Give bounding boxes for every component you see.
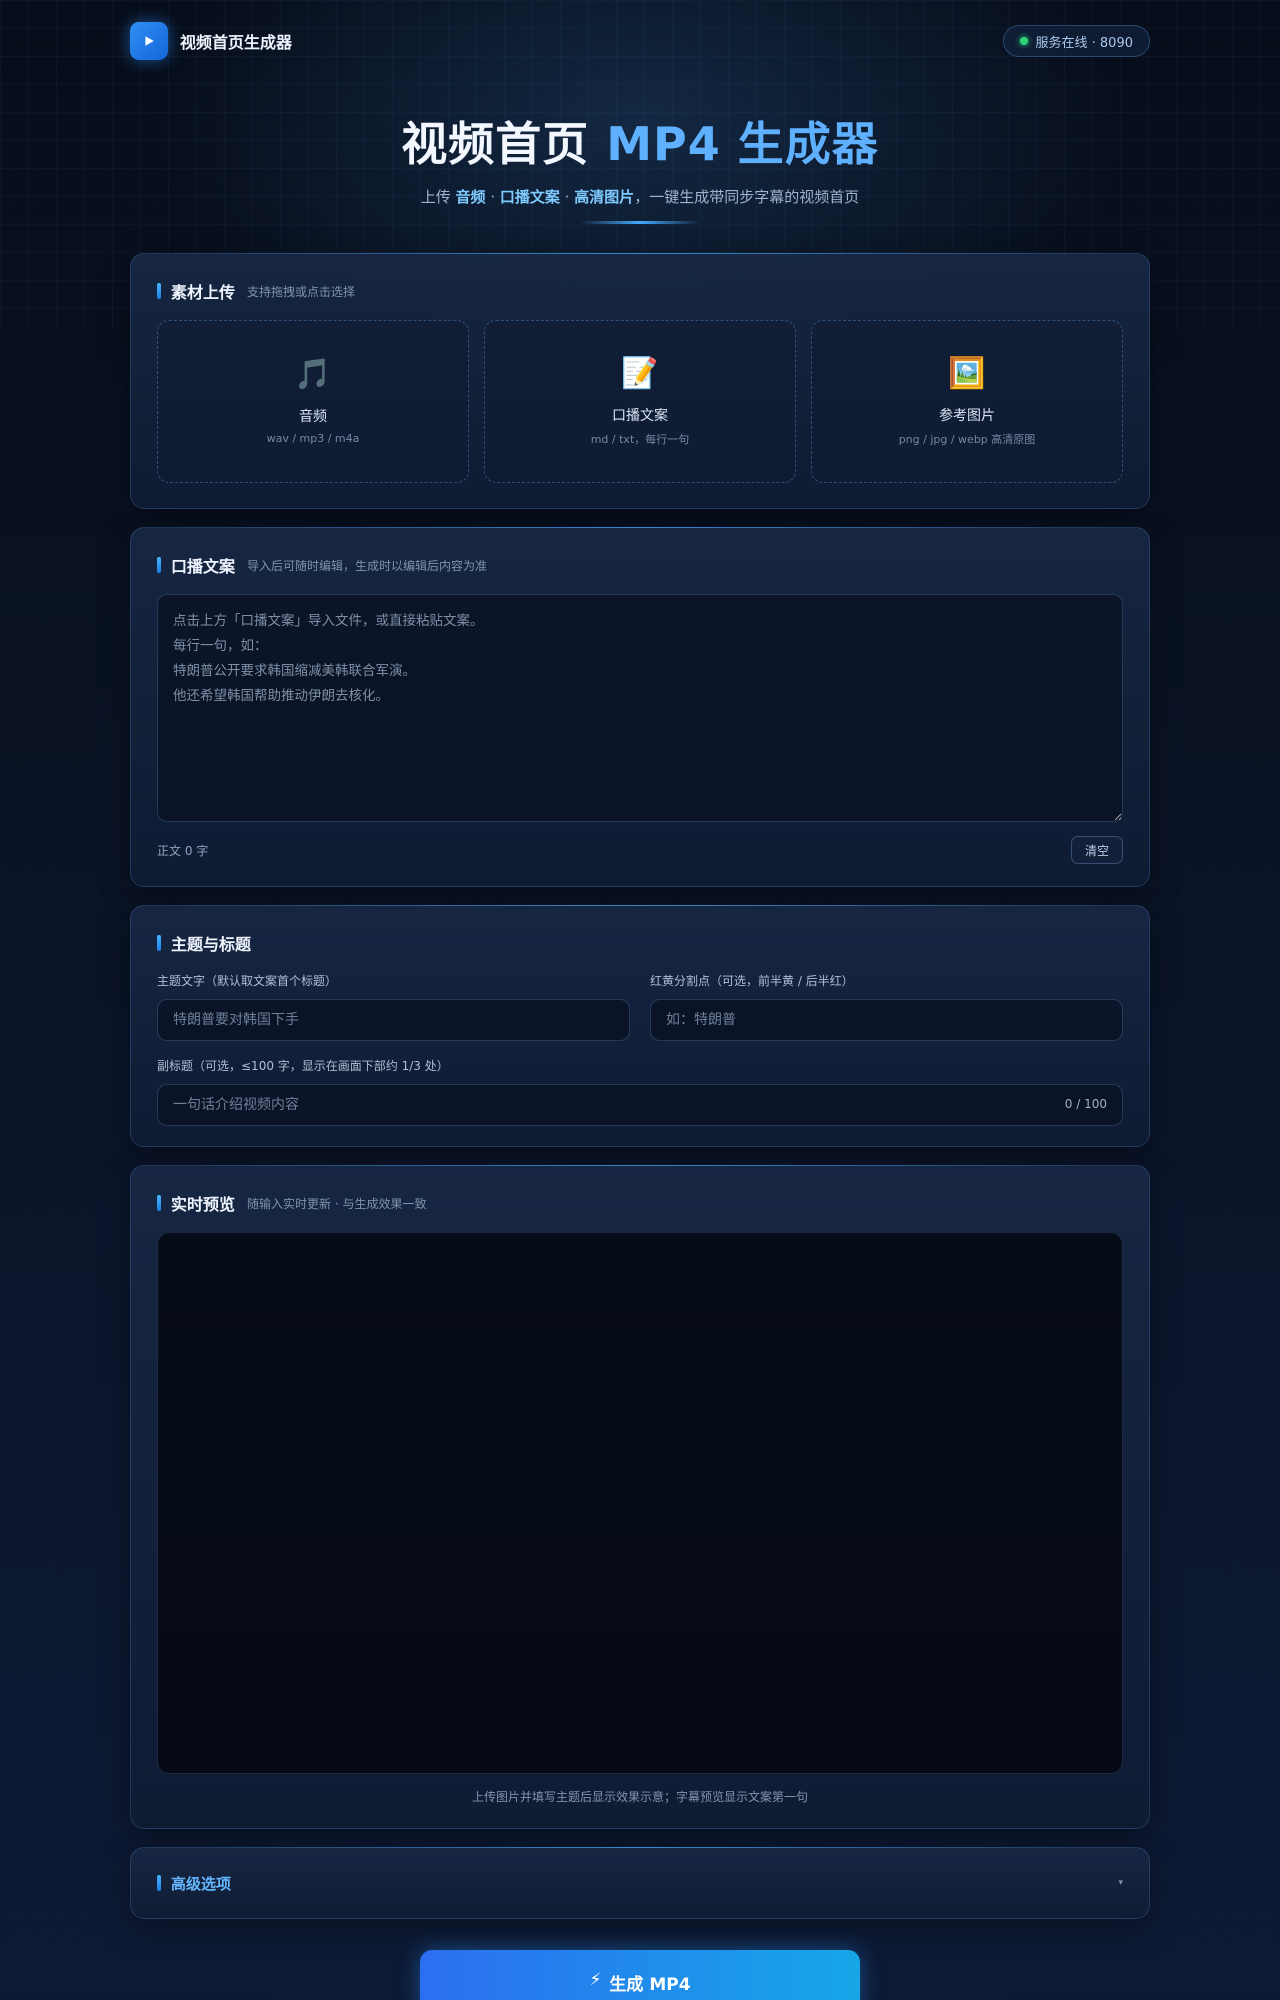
upload-label: 音频 bbox=[299, 409, 327, 425]
upload-card: 素材上传 支持拖拽或点击选择 🎵 音频 wav / mp3 / m4a 📝 口播… bbox=[130, 253, 1150, 509]
status-dot-icon bbox=[1019, 37, 1028, 45]
title-prefix: 视频首页 bbox=[401, 117, 590, 171]
script-card: 口播文案 导入后可随时编辑，生成时以编辑后内容为准 正文 0 字 清空 bbox=[130, 527, 1150, 887]
page-title: 视频首页 MP4 生成器 bbox=[0, 108, 1280, 174]
title-accent: MP4 生成器 bbox=[606, 117, 879, 171]
generate-mp4-button[interactable]: ⚡ 生成 MP4 bbox=[420, 1950, 860, 2000]
chevron-down-icon: ▾ bbox=[1118, 1878, 1123, 1888]
page-subtitle: 上传 音频 · 口播文案 · 高清图片，一键生成带同步字幕的视频首页 bbox=[0, 186, 1280, 207]
section-marker bbox=[157, 283, 161, 299]
upload-image-dropzone[interactable]: 🖼️ 参考图片 png / jpg / webp 高清原图 bbox=[811, 320, 1123, 483]
upload-grid: 🎵 音频 wav / mp3 / m4a 📝 口播文案 md / txt，每行一… bbox=[157, 320, 1123, 483]
card-hint: 随输入实时更新 · 与生成效果一致 bbox=[247, 1196, 427, 1211]
field-label: 副标题（可选，≤100 字，显示在画面下部约 1/3 处） bbox=[157, 1059, 449, 1073]
script-footer: 正文 0 字 清空 bbox=[157, 836, 1123, 864]
subtitle-suffix: ，一键生成带同步字幕的视频首页 bbox=[634, 188, 860, 206]
card-header: 实时预览 随输入实时更新 · 与生成效果一致 bbox=[157, 1192, 1123, 1214]
card-hint: 导入后可随时编辑，生成时以编辑后内容为准 bbox=[247, 558, 488, 573]
upload-formats: md / txt，每行一句 bbox=[590, 432, 690, 446]
main-topic-field: 主题文字（默认取文案首个标题） bbox=[157, 972, 630, 1041]
lightning-icon: ⚡ bbox=[589, 1970, 602, 1990]
upload-audio-dropzone[interactable]: 🎵 音频 wav / mp3 / m4a bbox=[157, 320, 469, 483]
split-point-input[interactable] bbox=[650, 999, 1123, 1041]
preview-canvas bbox=[157, 1232, 1123, 1774]
clear-button[interactable]: 清空 bbox=[1070, 836, 1123, 864]
memo-icon: 📝 bbox=[621, 355, 659, 391]
subtitle-prefix: 上传 bbox=[420, 188, 451, 206]
subtitle-char-counter: 0 / 100 bbox=[1064, 1097, 1107, 1111]
field-row: 主题文字（默认取文案首个标题） 红黄分割点（可选，前半黄 / 后半红） bbox=[157, 972, 1123, 1041]
app-title: 视频首页生成器 bbox=[180, 33, 293, 52]
music-icon: 🎵 bbox=[294, 357, 332, 392]
top-bar: 视频首页生成器 服务在线 · 8090 bbox=[130, 20, 1150, 62]
topic-card: 主题与标题 主题文字（默认取文案首个标题） 红黄分割点（可选，前半黄 / 后半红… bbox=[130, 905, 1150, 1147]
word-count: 正文 0 字 bbox=[157, 843, 209, 858]
upload-label: 参考图片 bbox=[939, 407, 995, 424]
picture-icon: 🖼️ bbox=[948, 355, 986, 391]
card-title: 实时预览 bbox=[171, 1195, 236, 1214]
subtitle-input[interactable] bbox=[157, 1084, 1123, 1126]
hero: 视频首页 MP4 生成器 上传 音频 · 口播文案 · 高清图片，一键生成带同步… bbox=[0, 108, 1280, 224]
card-title: 口播文案 bbox=[171, 557, 236, 576]
play-logo-icon bbox=[130, 22, 168, 60]
section-marker bbox=[157, 935, 161, 951]
field-label: 红黄分割点（可选，前半黄 / 后半红） bbox=[650, 974, 854, 988]
card-header: 口播文案 导入后可随时编辑，生成时以编辑后内容为准 bbox=[157, 554, 1123, 576]
card-title: 素材上传 bbox=[171, 283, 236, 302]
card-header: 高级选项 bbox=[157, 1872, 231, 1894]
field-label: 主题文字（默认取文案首个标题） bbox=[157, 974, 338, 988]
hero-divider bbox=[580, 221, 700, 224]
advanced-options-title: 高级选项 bbox=[171, 1874, 232, 1893]
section-marker bbox=[157, 1875, 161, 1891]
brand[interactable]: 视频首页生成器 bbox=[130, 22, 292, 60]
subtitle-sep: · bbox=[564, 188, 570, 206]
card-header: 主题与标题 bbox=[157, 932, 1123, 954]
main-topic-input[interactable] bbox=[157, 999, 630, 1041]
subtitle-audio: 音频 bbox=[455, 188, 486, 206]
advanced-options-toggle[interactable]: 高级选项 ▾ bbox=[130, 1847, 1150, 1919]
service-status-text: 服务在线 · 8090 bbox=[1035, 35, 1133, 51]
subtitle-field: 副标题（可选，≤100 字，显示在画面下部约 1/3 处） 0 / 100 bbox=[157, 1057, 1123, 1126]
card-hint: 支持拖拽或点击选择 bbox=[247, 284, 356, 299]
section-marker bbox=[157, 1195, 161, 1211]
card-title: 主题与标题 bbox=[171, 935, 252, 954]
upload-formats: png / jpg / webp 高清原图 bbox=[898, 432, 1036, 446]
upload-label: 口播文案 bbox=[612, 407, 668, 424]
script-textarea[interactable] bbox=[157, 594, 1123, 822]
subtitle-image: 高清图片 bbox=[574, 188, 635, 206]
card-header: 素材上传 支持拖拽或点击选择 bbox=[157, 280, 1123, 302]
upload-script-dropzone[interactable]: 📝 口播文案 md / txt，每行一句 bbox=[484, 320, 796, 483]
generate-label: 生成 MP4 bbox=[609, 1975, 691, 1995]
preview-card: 实时预览 随输入实时更新 · 与生成效果一致 上传图片并填写主题后显示效果示意；… bbox=[130, 1165, 1150, 1829]
service-status-badge: 服务在线 · 8090 bbox=[1002, 25, 1150, 57]
subtitle-sep: · bbox=[490, 188, 496, 206]
subtitle-script: 口播文案 bbox=[499, 188, 560, 206]
split-point-field: 红黄分割点（可选，前半黄 / 后半红） bbox=[650, 972, 1123, 1041]
section-marker bbox=[157, 557, 161, 573]
upload-formats: wav / mp3 / m4a bbox=[266, 432, 360, 445]
preview-note: 上传图片并填写主题后显示效果示意；字幕预览显示文案第一句 bbox=[471, 1790, 808, 1804]
